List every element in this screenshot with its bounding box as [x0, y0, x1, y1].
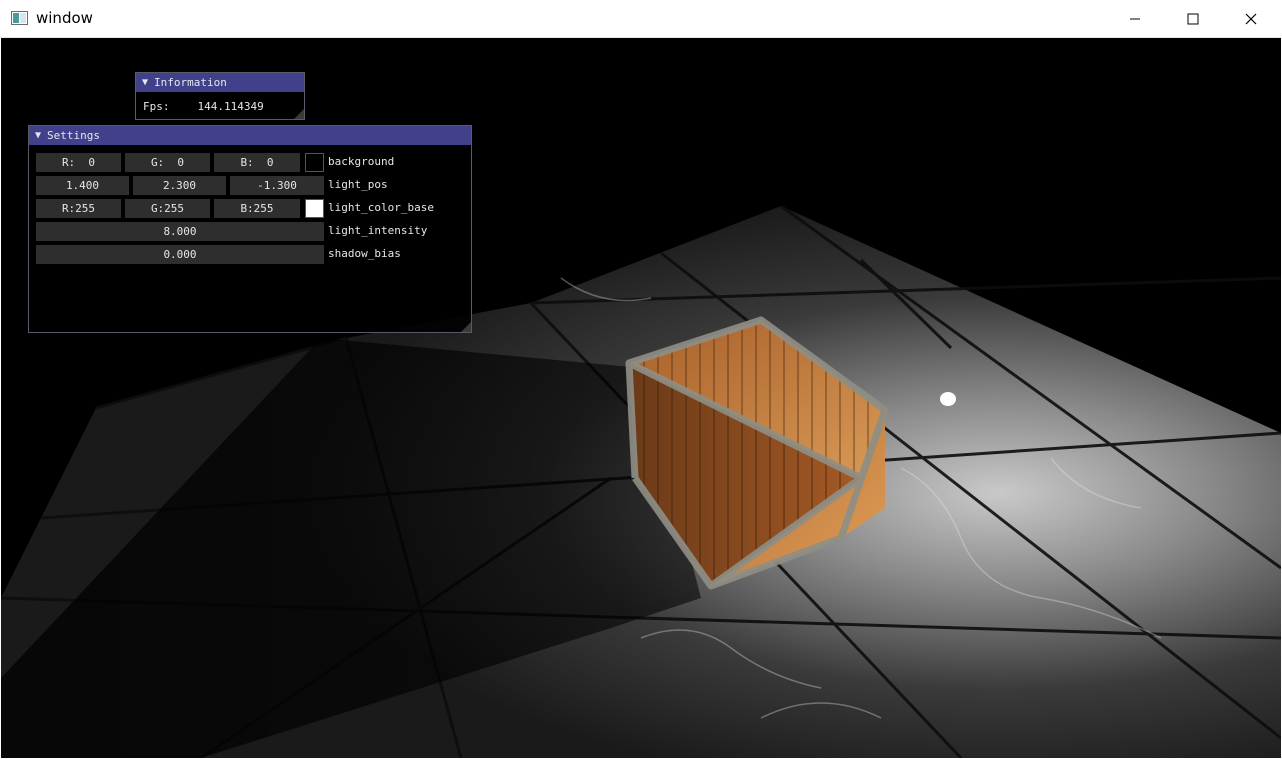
settings-title: Settings: [47, 129, 101, 142]
app-icon: [11, 11, 28, 25]
background-g-field[interactable]: G: 0: [125, 153, 210, 172]
light-intensity-label: light_intensity: [328, 224, 428, 237]
light-color-r-field[interactable]: R:255: [36, 199, 121, 218]
light-intensity-slider[interactable]: 8.000: [36, 222, 324, 241]
information-titlebar[interactable]: ▼ Information: [136, 73, 304, 92]
light-pos-y-field[interactable]: 2.300: [133, 176, 226, 195]
background-b-field[interactable]: B: 0: [214, 153, 300, 172]
information-panel[interactable]: ▼ Information Fps: 144.114349: [135, 72, 305, 120]
background-color-swatch[interactable]: [305, 153, 324, 172]
information-title: Information: [154, 76, 227, 89]
light-source-marker: [940, 392, 956, 406]
light-pos-x-field[interactable]: 1.400: [36, 176, 129, 195]
minimize-icon: [1130, 18, 1140, 20]
fps-value: 144.114349: [197, 100, 264, 113]
title-bar[interactable]: window: [0, 0, 1282, 38]
shadow-bias-label: shadow_bias: [328, 247, 401, 260]
background-r-field[interactable]: R: 0: [36, 153, 121, 172]
background-label: background: [328, 155, 395, 168]
window-title: window: [36, 9, 93, 27]
settings-panel[interactable]: ▼ Settings R: 0 G: 0 B: 0 background 1.4…: [28, 125, 472, 333]
maximize-button[interactable]: [1164, 0, 1222, 38]
light-pos-label: light_pos: [328, 178, 388, 191]
light-color-b-field[interactable]: B:255: [214, 199, 300, 218]
shadow-bias-slider[interactable]: 0.000: [36, 245, 324, 264]
fps-label: Fps:: [143, 100, 170, 113]
maximize-icon: [1187, 13, 1199, 25]
resize-grip[interactable]: [461, 322, 471, 332]
collapse-arrow-icon[interactable]: ▼: [35, 130, 41, 141]
resize-grip[interactable]: [294, 109, 304, 119]
close-icon: [1245, 13, 1257, 25]
close-button[interactable]: [1222, 0, 1280, 38]
light-color-label: light_color_base: [328, 201, 434, 214]
light-color-swatch[interactable]: [305, 199, 324, 218]
light-color-g-field[interactable]: G:255: [125, 199, 210, 218]
minimize-button[interactable]: [1106, 0, 1164, 38]
light-pos-z-field[interactable]: -1.300: [230, 176, 324, 195]
collapse-arrow-icon[interactable]: ▼: [142, 77, 148, 88]
settings-titlebar[interactable]: ▼ Settings: [29, 126, 471, 145]
